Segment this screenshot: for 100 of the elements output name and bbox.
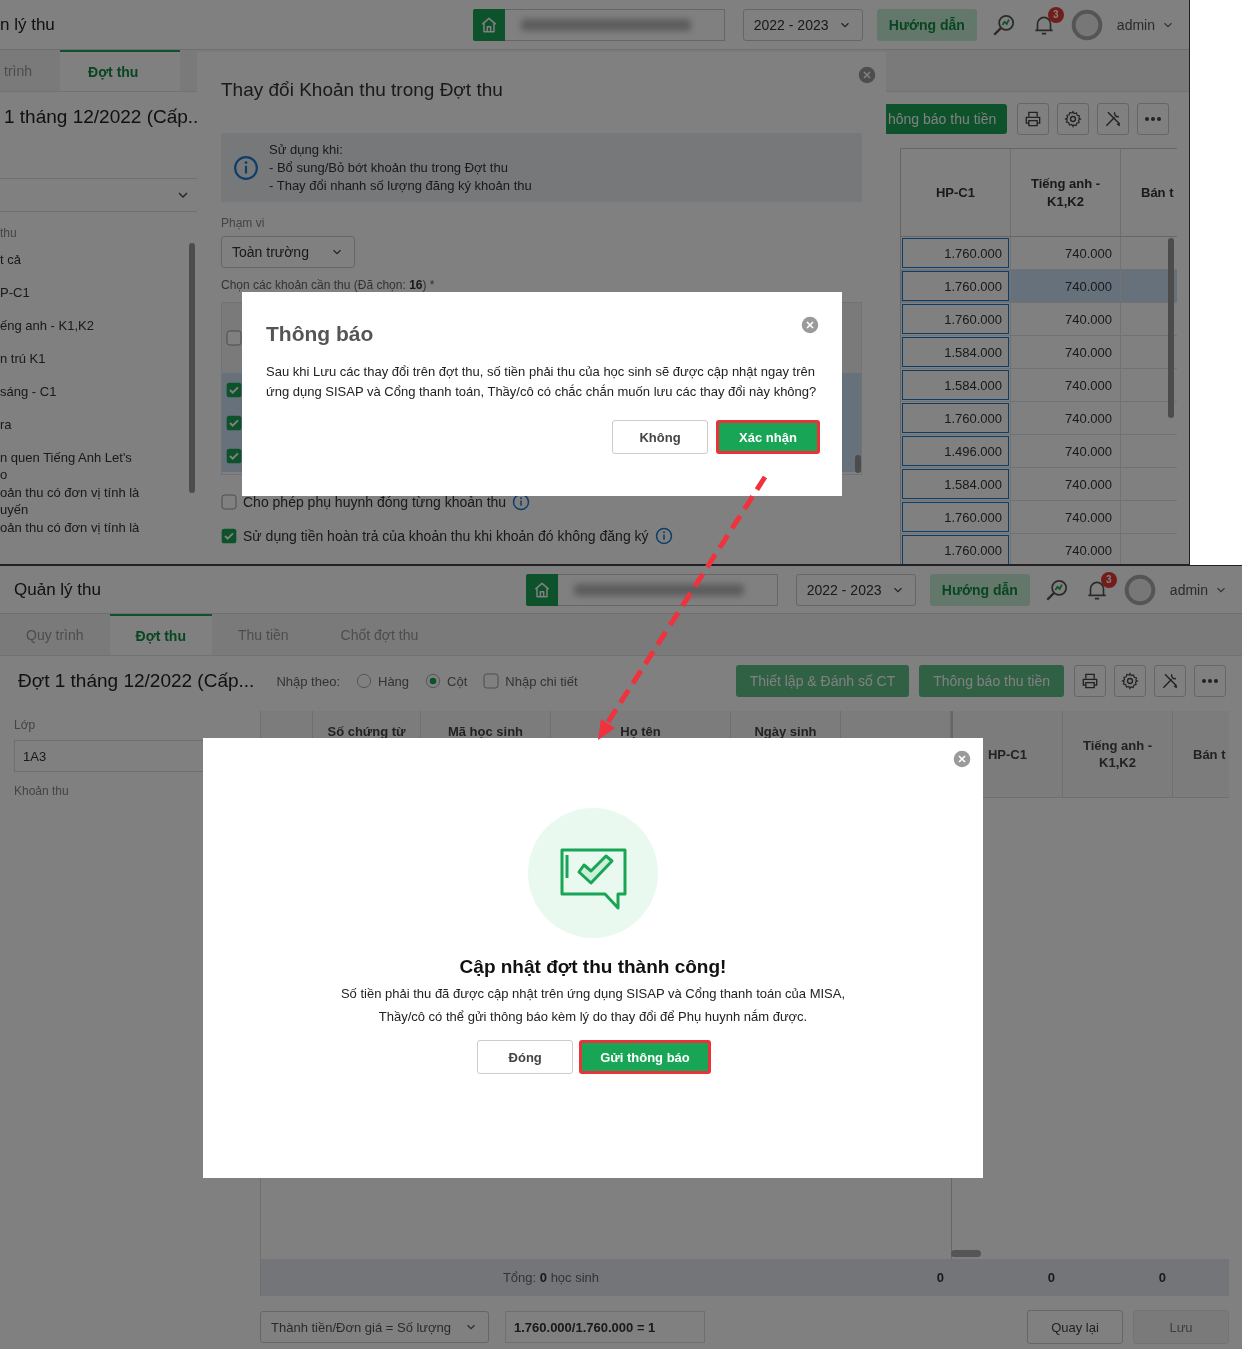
table-cell[interactable]: 1.760.000 xyxy=(902,502,1009,532)
table-cell[interactable]: 1.584.000 xyxy=(902,469,1009,499)
column-header: Bán t xyxy=(1192,745,1227,764)
list-item[interactable]: oản thu có đơn vị tính là xyxy=(0,518,183,551)
page-title: 1 tháng 12/2022 (Cấp.. xyxy=(3,105,197,129)
list-item[interactable]: P-C1 xyxy=(0,283,183,316)
more-button[interactable] xyxy=(1137,103,1169,135)
column-header: Tiếng anh - K1,K2 xyxy=(1063,711,1173,797)
checkbox[interactable] xyxy=(226,330,242,346)
checkbox[interactable] xyxy=(226,381,242,398)
close-icon[interactable] xyxy=(801,316,819,334)
scrollbar[interactable] xyxy=(189,243,195,493)
table-cell[interactable]: 1.584.000 xyxy=(902,337,1009,367)
option-label[interactable]: Nhập chi tiết xyxy=(505,673,578,689)
scrollbar[interactable] xyxy=(855,455,861,473)
tools-button[interactable] xyxy=(1097,103,1129,135)
close-icon[interactable] xyxy=(858,66,876,84)
more-button[interactable] xyxy=(1194,665,1226,697)
table-row[interactable]: 1.760.000 740.000 xyxy=(901,501,1177,534)
tab[interactable]: Đợt thu xyxy=(60,50,181,91)
scrollbar[interactable] xyxy=(951,1250,981,1257)
notify-button[interactable]: hông báo thu tiền xyxy=(886,104,1007,134)
settings-button[interactable] xyxy=(1114,665,1146,697)
app-title: Quản lý thu xyxy=(14,579,101,600)
print-button[interactable] xyxy=(1074,665,1106,697)
tab[interactable]: Đợt thu xyxy=(109,614,212,655)
table-row[interactable]: 1.584.000 740.000 xyxy=(901,369,1177,402)
checkbox[interactable] xyxy=(221,528,237,544)
table-cell[interactable]: 1.496.000 xyxy=(902,436,1009,466)
guide-button[interactable]: Hướng dẫn xyxy=(876,8,977,41)
option-label[interactable]: Hàng xyxy=(378,673,410,689)
table-cell[interactable]: 1.760.000 xyxy=(902,403,1009,433)
avatar[interactable] xyxy=(1070,8,1103,41)
result-field[interactable]: 1.760.000/1.760.000 = 1 xyxy=(505,1311,705,1343)
confirm-button[interactable]: Xác nhận xyxy=(716,420,820,454)
avatar[interactable] xyxy=(1123,573,1156,606)
confirm-button[interactable]: Gửi thông báo xyxy=(579,1040,711,1074)
formula-select[interactable]: Thành tiền/Đơn giá = Số lượng xyxy=(260,1311,489,1343)
school-field[interactable] xyxy=(504,8,725,41)
success-icon xyxy=(528,808,658,938)
checkbox[interactable] xyxy=(226,414,242,431)
page-title: Đợt 1 tháng 12/2022 (Cấp... xyxy=(18,670,255,692)
option-label: Sử dụng tiền hoàn trả của khoản thu khi khoản đó không đăng ký xyxy=(243,528,649,544)
table-row[interactable]: 1.496.000 740.000 xyxy=(901,435,1177,468)
more-icon xyxy=(1144,117,1162,121)
app-title: n lý thu xyxy=(0,14,55,35)
table-cell[interactable]: 1.584.000 xyxy=(902,370,1009,400)
tools-button[interactable] xyxy=(1154,665,1186,697)
print-button[interactable] xyxy=(1017,103,1049,135)
radio-button[interactable] xyxy=(425,673,442,689)
table-cell[interactable]: 1.760.000 xyxy=(902,238,1009,268)
field-label: Khoản thu xyxy=(14,784,70,798)
section-label: thu xyxy=(0,226,18,240)
list-item[interactable]: sáng - C1 xyxy=(0,382,183,415)
option-label[interactable]: Cột xyxy=(447,673,468,689)
panel-title: Thay đổi Khoản thu trong Đợt thu xyxy=(221,78,504,102)
cancel-button[interactable]: Không xyxy=(612,420,708,454)
info-text: Sử dụng khi: xyxy=(269,140,344,159)
checkbox[interactable] xyxy=(221,494,237,510)
class-dropdown[interactable] xyxy=(0,178,197,212)
table-cell[interactable]: 1.760.000 xyxy=(902,535,1009,564)
table-cell: 740.000 xyxy=(1011,402,1121,434)
scrollbar[interactable] xyxy=(1168,238,1174,418)
option-label: Cho phép phụ huynh đóng từng khoản thu xyxy=(243,494,507,510)
list-item[interactable]: ra xyxy=(0,415,183,448)
user-menu[interactable]: admin xyxy=(1116,16,1175,33)
list-item[interactable]: n trú K1 xyxy=(0,349,183,382)
home-button[interactable] xyxy=(472,8,505,41)
close-icon[interactable] xyxy=(953,750,971,768)
settings-icon xyxy=(1063,109,1083,129)
scope-select[interactable]: Toàn trường xyxy=(221,236,355,268)
table-row[interactable]: 1.584.000 740.000 xyxy=(901,468,1177,501)
back-button[interactable]: Quay lại xyxy=(1027,1310,1123,1344)
checkbox[interactable] xyxy=(226,447,242,464)
field-label: Lớp xyxy=(14,718,37,732)
list-item[interactable]: t cả xyxy=(0,250,183,283)
year-select[interactable]: 2022 - 2023 xyxy=(795,573,916,606)
table-cell: 740.000 xyxy=(1011,468,1121,500)
table-cell[interactable]: 1.760.000 xyxy=(902,271,1009,301)
table-cell: 740.000 xyxy=(1011,501,1121,533)
school-field[interactable] xyxy=(557,573,778,606)
column-header: Tiếng anh - K1,K2 xyxy=(1011,149,1121,236)
info-icon[interactable] xyxy=(512,493,531,511)
settings-button[interactable] xyxy=(1057,103,1089,135)
table-cell: 740.000 xyxy=(1011,303,1121,335)
table-row[interactable]: 1.584.000 740.000 xyxy=(901,336,1177,369)
table-row[interactable]: 1.760.000 740.000 xyxy=(901,270,1177,303)
list-item[interactable]: ếng anh - K1,K2 xyxy=(0,316,183,349)
radio-button[interactable] xyxy=(356,673,372,689)
guide-button[interactable]: Hướng dẫn xyxy=(929,573,1030,606)
notification-badge: 3 xyxy=(1047,6,1064,23)
home-button[interactable] xyxy=(525,573,558,606)
table-row[interactable]: 1.760.000 740.000 xyxy=(901,402,1177,435)
cancel-button[interactable]: Đóng xyxy=(477,1040,574,1074)
checkbox[interactable] xyxy=(483,673,500,689)
user-menu[interactable]: admin xyxy=(1169,581,1228,598)
table-row[interactable]: 1.760.000 740.000 xyxy=(901,303,1177,336)
table-cell[interactable]: 1.760.000 xyxy=(902,304,1009,334)
year-select[interactable]: 2022 - 2023 xyxy=(742,8,863,41)
total-cell-text: 0 xyxy=(935,1270,945,1285)
